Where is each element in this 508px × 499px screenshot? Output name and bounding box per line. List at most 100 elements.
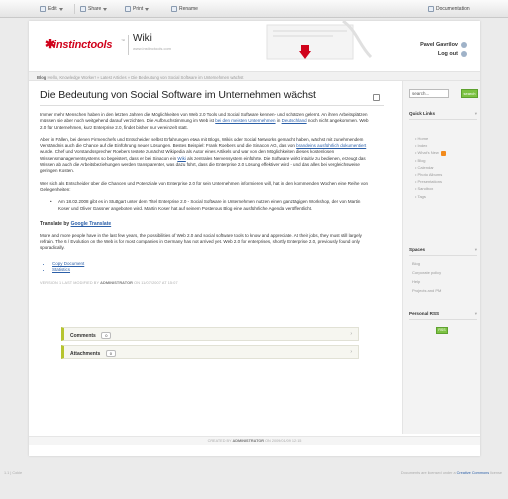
user-name[interactable]: Pavel Gavrilov xyxy=(420,42,458,48)
edit-label: Edit xyxy=(48,6,57,12)
list-item: Am 18.02.2008 gibt es in Stuttgart unter… xyxy=(50,199,370,212)
page-container: ✱ instinctools ™ Wiki www.instinctools.c… xyxy=(29,21,480,456)
help-icon xyxy=(428,6,434,12)
space-item[interactable]: Corporate policy xyxy=(412,268,441,277)
search-button[interactable]: search xyxy=(461,89,478,98)
sidebar-item-tags[interactable]: Tags xyxy=(415,193,446,200)
logout-link[interactable]: Log out xyxy=(438,51,458,57)
author-link[interactable]: Administrator xyxy=(100,281,133,285)
attachments-count: 0 xyxy=(105,350,116,357)
article-link[interactable]: Deutschland xyxy=(282,118,307,123)
breadcrumb-root[interactable]: Blog xyxy=(37,75,46,80)
wiki-title: Wiki xyxy=(133,33,152,44)
quick-links-heading[interactable]: Quick Links ▾ xyxy=(409,111,477,120)
print-menu[interactable]: Print xyxy=(125,6,150,12)
rename-button[interactable]: Rename xyxy=(171,6,198,12)
header-decoration-image xyxy=(266,21,373,60)
chevron-down-icon xyxy=(103,7,108,11)
breadcrumb-path[interactable]: Hello, Knowledge Worker! » Latest Articl… xyxy=(47,75,243,80)
print-label: Print xyxy=(133,6,144,12)
print-icon xyxy=(125,6,131,12)
space-item[interactable]: Help xyxy=(412,277,441,286)
sidebar-item-blog[interactable]: Blog xyxy=(415,157,446,164)
text: Created by xyxy=(207,439,233,443)
article-link[interactable]: Wiki xyxy=(177,156,186,161)
text: on 2009/01/09 12:15 xyxy=(264,439,302,443)
chevron-down-icon xyxy=(58,7,63,11)
sidebar-item-index[interactable]: Index xyxy=(415,142,446,149)
text: Version 1 last modified by xyxy=(40,280,101,285)
toolbar-divider xyxy=(74,4,75,14)
edit-icon xyxy=(40,6,46,12)
documentation-link[interactable]: Documentation xyxy=(428,6,470,12)
logo-trademark: ™ xyxy=(121,38,125,43)
article-link[interactable]: eine ausführliche Agenda xyxy=(234,206,285,211)
translate-heading: Translate by Google Translate xyxy=(40,221,384,227)
text: Am 18.02.2008 gibt es in Stuttgart unter… xyxy=(58,199,159,205)
sidebar-item-whats-new[interactable]: What's New xyxy=(415,149,446,156)
search-input[interactable] xyxy=(409,89,449,98)
page-title: Die Bedeutung von Social Software im Unt… xyxy=(40,89,316,101)
google-translate-link[interactable]: Google Translate xyxy=(71,221,112,227)
text: und xyxy=(69,205,80,211)
pencil-icon xyxy=(171,6,177,12)
chevron-down-icon: ▾ xyxy=(474,311,477,316)
text: einen ganztägigen Workshop, der von xyxy=(269,199,348,205)
text: veröffentlicht. xyxy=(284,205,313,211)
sidebar-item-photo-albums[interactable]: Photo Albums xyxy=(415,171,446,178)
personal-rss-title: Personal RSS xyxy=(409,311,440,316)
share-icon xyxy=(80,6,86,12)
article-link[interactable]: brandeins ausführlich dokumentiert xyxy=(296,143,366,148)
documentation-label: Documentation xyxy=(436,6,470,12)
sidebar-item-sandbox[interactable]: Sandbox xyxy=(415,185,446,192)
document-links: Copy Document Statistics xyxy=(52,261,384,273)
article-link[interactable]: Oliver Gassner xyxy=(80,206,110,211)
sidebar-item-presentations[interactable]: Presentations xyxy=(415,178,446,185)
chevron-down-icon: ▾ xyxy=(474,247,477,252)
sidebar-item-label: What's New xyxy=(417,150,439,156)
paragraph-2: Aber in Fällen, bei denen Firmenchefs un… xyxy=(40,137,370,175)
attachments-toggle[interactable]: Attachments 0 › xyxy=(61,345,359,359)
top-toolbar: Edit Share Print Rename Documentation xyxy=(0,0,508,18)
text: license xyxy=(489,471,502,475)
attachments-label: Attachments xyxy=(70,351,101,357)
license-footer: Documents are licensed under a Creative … xyxy=(401,471,502,475)
wiki-subtitle: www.instinctools.com xyxy=(133,46,172,51)
statistics-link[interactable]: Statistics xyxy=(52,267,384,273)
space-item[interactable]: Blog xyxy=(412,259,441,268)
text: Blog xyxy=(222,205,234,211)
sidebar-item-calendar[interactable]: Calendar xyxy=(415,164,446,171)
logo-text: instinctools xyxy=(53,39,113,51)
edit-menu[interactable]: Edit xyxy=(40,6,63,12)
creation-info: Created by Administrator on 2009/01/09 1… xyxy=(29,436,480,445)
creator-link[interactable]: Administrator xyxy=(233,439,265,443)
rss-button[interactable]: RSS xyxy=(436,327,448,334)
sidebar-item-home[interactable]: Home xyxy=(415,135,446,142)
article-link[interactable]: Posterous xyxy=(202,206,222,211)
main-content: Die Bedeutung von Social Software im Unt… xyxy=(40,89,384,285)
text: on 11/07/2007 at 15:07 xyxy=(132,280,178,285)
article-link[interactable]: Enterprise 2.0 - Social Software in Unte… xyxy=(158,199,269,204)
chevron-down-icon xyxy=(145,7,150,11)
share-label: Share xyxy=(88,6,102,12)
quick-links-list: Home Index What's New Blog Calendar Phot… xyxy=(415,135,446,200)
article-link[interactable]: bei den meisten Unternehmen xyxy=(215,118,275,123)
version-info: Version 1 last modified by Administrator… xyxy=(40,281,384,285)
spaces-title: Spaces xyxy=(409,247,426,252)
space-item[interactable]: Projects and PM xyxy=(412,286,441,295)
comments-count: 0 xyxy=(101,332,112,339)
comments-toggle[interactable]: Comments 0 › xyxy=(61,327,359,341)
comments-label: Comments xyxy=(70,333,96,339)
document-icon[interactable] xyxy=(373,94,380,101)
license-link[interactable]: Creative Commons xyxy=(457,471,490,475)
rename-label: Rename xyxy=(179,6,198,12)
text: Documents are licensed under a xyxy=(400,471,457,475)
logout-icon xyxy=(461,51,467,57)
breadcrumb: Blog Hello, Knowledge Worker! » Latest A… xyxy=(29,71,480,81)
share-menu[interactable]: Share xyxy=(80,6,108,12)
personal-rss-heading[interactable]: Personal RSS ▾ xyxy=(409,311,477,320)
spaces-heading[interactable]: Spaces ▾ xyxy=(409,247,477,256)
paragraph-1: Immer mehr Menschen haben in den letzten… xyxy=(40,112,370,131)
chevron-down-icon: ▾ xyxy=(474,111,477,116)
quick-links-title: Quick Links xyxy=(409,111,436,116)
